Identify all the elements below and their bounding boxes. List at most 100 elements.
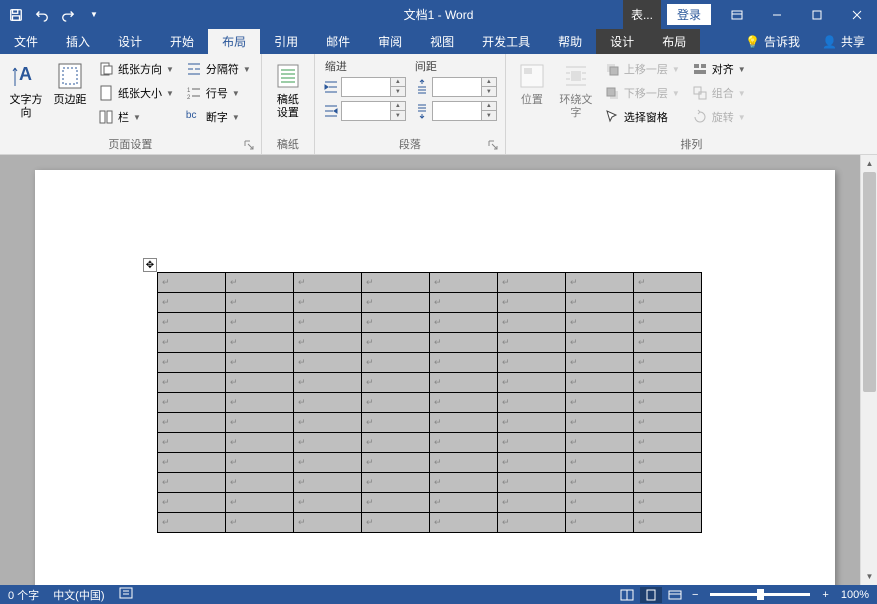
table-cell[interactable]: ↵ [158,393,226,413]
table-cell[interactable]: ↵ [430,413,498,433]
page[interactable]: ✥ ↵↵↵↵↵↵↵↵↵↵↵↵↵↵↵↵↵↵↵↵↵↵↵↵↵↵↵↵↵↵↵↵↵↵↵↵↵↵… [35,170,835,585]
web-layout-button[interactable] [664,587,686,603]
tell-me-button[interactable]: 💡告诉我 [735,29,810,54]
zoom-out-button[interactable]: − [688,589,702,601]
table-cell[interactable]: ↵ [634,493,702,513]
table-cell[interactable]: ↵ [362,273,430,293]
minimize-button[interactable] [757,0,797,29]
table-cell[interactable]: ↵ [226,373,294,393]
tab-审阅[interactable]: 审阅 [364,29,416,54]
send-backward-button[interactable]: 下移一层▼ [600,82,684,104]
language-status[interactable]: 中文(中国) [53,587,104,603]
table-cell[interactable]: ↵ [226,513,294,533]
table-cell[interactable]: ↵ [158,333,226,353]
group-button[interactable]: 组合▼ [688,82,750,104]
wrap-text-button[interactable]: 环绕文字 [554,56,598,124]
table-cell[interactable]: ↵ [158,293,226,313]
vertical-scrollbar[interactable]: ▲ ▼ [860,155,877,585]
table-cell[interactable]: ↵ [498,293,566,313]
table-cell[interactable]: ↵ [226,493,294,513]
table-cell[interactable]: ↵ [634,513,702,533]
table-cell[interactable]: ↵ [294,313,362,333]
selection-pane-button[interactable]: 选择窗格 [600,106,684,128]
table-cell[interactable]: ↵ [566,273,634,293]
table-cell[interactable]: ↵ [634,293,702,313]
table-cell[interactable]: ↵ [294,293,362,313]
table-cell[interactable]: ↵ [226,433,294,453]
table-cell[interactable]: ↵ [498,493,566,513]
table-cell[interactable]: ↵ [566,393,634,413]
table-cell[interactable]: ↵ [430,433,498,453]
accessibility-icon[interactable] [119,587,133,602]
table-cell[interactable]: ↵ [158,413,226,433]
paragraph-launcher[interactable] [487,140,499,152]
table-cell[interactable]: ↵ [566,293,634,313]
tab-邮件[interactable]: 邮件 [312,29,364,54]
table-cell[interactable]: ↵ [294,493,362,513]
hyphenation-button[interactable]: bc断字▼ [182,106,255,128]
table-cell[interactable]: ↵ [566,433,634,453]
share-button[interactable]: 👤共享 [810,29,877,54]
table-cell[interactable]: ↵ [498,513,566,533]
table-cell[interactable]: ↵ [226,353,294,373]
table-cell[interactable]: ↵ [294,513,362,533]
table-cell[interactable]: ↵ [430,273,498,293]
orientation-button[interactable]: 纸张方向▼ [94,58,178,80]
qat-customize[interactable]: ▼ [82,3,106,27]
table-cell[interactable]: ↵ [430,493,498,513]
maximize-button[interactable] [797,0,837,29]
table-cell[interactable]: ↵ [158,433,226,453]
tab-开始[interactable]: 开始 [156,29,208,54]
table-cell[interactable]: ↵ [634,393,702,413]
table-cell[interactable]: ↵ [362,473,430,493]
table-cell[interactable]: ↵ [362,433,430,453]
table-cell[interactable]: ↵ [566,373,634,393]
table-cell[interactable]: ↵ [226,413,294,433]
table-cell[interactable]: ↵ [498,393,566,413]
spacing-after-spinner[interactable]: ▲▼ [432,101,497,121]
spacing-before-spinner[interactable]: ▲▼ [432,77,497,97]
table-cell[interactable]: ↵ [566,353,634,373]
zoom-in-button[interactable]: + [818,589,832,601]
table-cell[interactable]: ↵ [634,453,702,473]
table-cell[interactable]: ↵ [294,433,362,453]
word-count[interactable]: 0 个字 [8,587,39,603]
manuscript-settings-button[interactable]: 稿纸 设置 [266,56,310,124]
tab-布局[interactable]: 布局 [208,29,260,54]
tab-文件[interactable]: 文件 [0,29,52,54]
tab-引用[interactable]: 引用 [260,29,312,54]
table-cell[interactable]: ↵ [566,513,634,533]
scroll-down-button[interactable]: ▼ [861,568,877,585]
zoom-level[interactable]: 100% [841,589,869,601]
indent-left-spinner[interactable]: ▲▼ [341,77,406,97]
table-cell[interactable]: ↵ [226,393,294,413]
align-button[interactable]: 对齐▼ [688,58,750,80]
table-cell[interactable]: ↵ [362,373,430,393]
indent-right-spinner[interactable]: ▲▼ [341,101,406,121]
bring-forward-button[interactable]: 上移一层▼ [600,58,684,80]
columns-button[interactable]: 栏▼ [94,106,178,128]
context-tab-布局[interactable]: 布局 [648,29,700,54]
table-cell[interactable]: ↵ [294,393,362,413]
table-cell[interactable]: ↵ [498,333,566,353]
table-cell[interactable]: ↵ [634,473,702,493]
table-cell[interactable]: ↵ [634,433,702,453]
table-cell[interactable]: ↵ [226,273,294,293]
table-cell[interactable]: ↵ [498,413,566,433]
table-cell[interactable]: ↵ [498,353,566,373]
table-cell[interactable]: ↵ [430,513,498,533]
document-table[interactable]: ↵↵↵↵↵↵↵↵↵↵↵↵↵↵↵↵↵↵↵↵↵↵↵↵↵↵↵↵↵↵↵↵↵↵↵↵↵↵↵↵… [157,272,702,533]
table-cell[interactable]: ↵ [430,373,498,393]
table-cell[interactable]: ↵ [294,353,362,373]
zoom-slider-thumb[interactable] [757,589,764,600]
read-mode-button[interactable] [616,587,638,603]
table-cell[interactable]: ↵ [158,313,226,333]
table-cell[interactable]: ↵ [158,453,226,473]
table-cell[interactable]: ↵ [634,333,702,353]
table-cell[interactable]: ↵ [294,453,362,473]
rotate-button[interactable]: 旋转▼ [688,106,750,128]
scroll-thumb[interactable] [863,172,876,392]
table-cell[interactable]: ↵ [634,353,702,373]
table-cell[interactable]: ↵ [430,353,498,373]
table-cell[interactable]: ↵ [430,333,498,353]
